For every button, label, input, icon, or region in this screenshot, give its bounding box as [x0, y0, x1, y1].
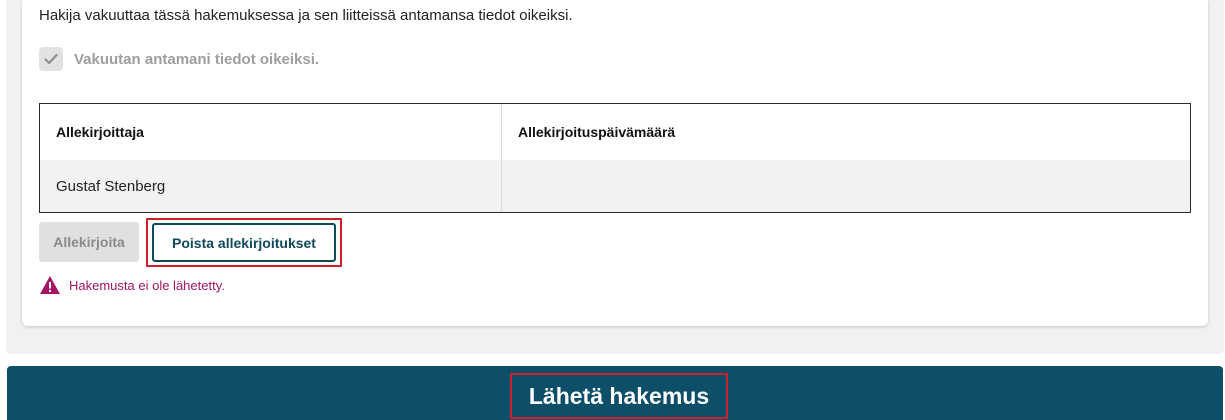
checkmark-icon [44, 53, 58, 65]
signature-date-cell [502, 160, 1190, 212]
column-header-signer: Allekirjoittaja [40, 104, 502, 160]
declaration-text: Hakija vakuuttaa tässä hakemuksessa ja s… [39, 7, 573, 24]
confirm-checkbox-label: Vakuutan antamani tiedot oikeiksi. [74, 50, 320, 68]
remove-signatures-highlight: Poista allekirjoitukset [146, 218, 342, 267]
table-header-row: Allekirjoittaja Allekirjoituspäivämäärä [40, 104, 1190, 160]
column-header-signature-date: Allekirjoituspäivämäärä [518, 124, 676, 140]
signatures-table: Allekirjoittaja Allekirjoituspäivämäärä … [39, 103, 1191, 213]
warning-text: Hakemusta ei ole lähetetty. [69, 277, 225, 293]
confirm-checkbox[interactable] [39, 47, 63, 71]
confirm-checkbox-row[interactable]: Vakuutan antamani tiedot oikeiksi. [39, 47, 319, 71]
table-row: Gustaf Stenberg [40, 160, 1190, 212]
remove-signatures-button[interactable]: Poista allekirjoitukset [152, 223, 336, 262]
submit-application-button[interactable]: Lähetä hakemus [510, 373, 728, 419]
submit-bar: Lähetä hakemus [7, 366, 1223, 420]
not-submitted-warning: Hakemusta ei ole lähetetty. [39, 275, 225, 295]
warning-triangle-icon [40, 276, 60, 294]
sign-button[interactable]: Allekirjoita [39, 222, 139, 262]
signer-name-cell: Gustaf Stenberg [40, 160, 502, 212]
